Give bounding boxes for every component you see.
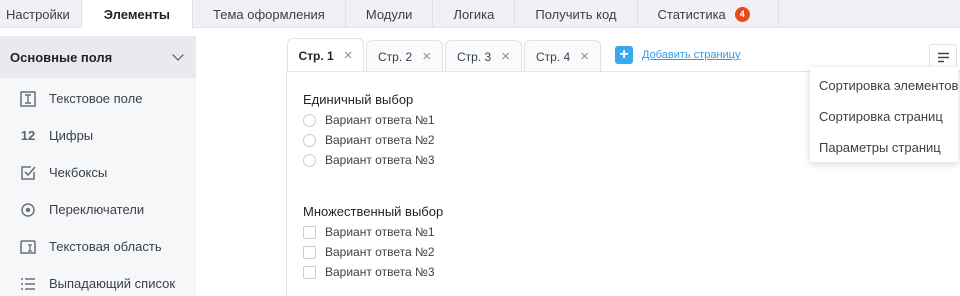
page-tab-4[interactable]: Стр. 4 × [524, 40, 601, 72]
option-label: Вариант ответа №3 [325, 265, 435, 279]
add-page-button[interactable]: + Добавить страницу [615, 38, 740, 72]
checkbox-option[interactable]: Вариант ответа №1 [303, 222, 443, 242]
radio-button[interactable] [303, 113, 316, 127]
sidebar-item-numbers[interactable]: 12 Цифры [0, 117, 196, 154]
radio-option[interactable]: Вариант ответа №2 [303, 130, 443, 150]
menu-item-sort-elements[interactable]: Сортировка элементов [810, 70, 958, 101]
sidebar: Основные поля Текстовое поле 12 Цифры Че… [0, 36, 196, 296]
text-field-icon [18, 89, 38, 109]
tab-label: Модули [365, 6, 413, 22]
sidebar-item-radio[interactable]: Переключатели [0, 191, 196, 228]
sidebar-item-checkboxes[interactable]: Чекбоксы [0, 154, 196, 191]
option-label: Вариант ответа №1 [325, 113, 435, 127]
radio-icon [18, 200, 38, 220]
checkbox[interactable] [303, 245, 316, 259]
sidebar-item-label: Цифры [49, 128, 94, 143]
close-icon[interactable]: × [422, 49, 431, 64]
tab-statistics[interactable]: Статистика 4 [638, 0, 779, 28]
tab-label: Тема оформления [213, 6, 325, 22]
sidebar-item-label: Переключатели [49, 202, 145, 217]
form-canvas: Единичный выбор Вариант ответа №1 Вариан… [303, 92, 443, 282]
tab-label: Настройки [6, 6, 70, 22]
page-tab-label: Стр. 3 [457, 49, 492, 64]
top-tab-bar: Настройки Элементы Тема оформления Модул… [0, 0, 960, 29]
sidebar-section-header[interactable]: Основные поля [0, 36, 196, 78]
radio-option[interactable]: Вариант ответа №3 [303, 150, 443, 170]
single-choice-title: Единичный выбор [303, 92, 414, 107]
option-label: Вариант ответа №2 [325, 245, 435, 259]
sidebar-item-label: Выпадающий список [49, 276, 176, 291]
plus-icon: + [615, 46, 633, 64]
checkbox-option[interactable]: Вариант ответа №2 [303, 242, 443, 262]
tab-theme[interactable]: Тема оформления [193, 0, 346, 28]
checkbox[interactable] [303, 225, 316, 239]
checkbox[interactable] [303, 265, 316, 279]
page-tab-3[interactable]: Стр. 3 × [445, 40, 522, 72]
list-icon [18, 274, 38, 294]
radio-button[interactable] [303, 133, 316, 147]
tab-settings[interactable]: Настройки [0, 0, 82, 28]
add-page-link[interactable]: Добавить страницу [642, 49, 740, 61]
tab-label: Получить код [535, 6, 617, 22]
menu-icon [937, 52, 949, 62]
menu-item-page-params[interactable]: Параметры страниц [810, 132, 958, 163]
close-icon[interactable]: × [344, 48, 353, 63]
tab-label: Статистика [657, 6, 726, 22]
multiple-choice-title: Множественный выбор [303, 204, 444, 219]
option-label: Вариант ответа №1 [325, 225, 435, 239]
page-tab-bar: Стр. 1 × Стр. 2 × Стр. 3 × Стр. 4 × + До… [287, 38, 740, 72]
page-tab-label: Стр. 4 [536, 49, 571, 64]
option-label: Вариант ответа №2 [325, 133, 435, 147]
tab-label: Логика [453, 6, 495, 22]
sidebar-item-label: Чекбоксы [49, 165, 108, 180]
tab-get-code[interactable]: Получить код [515, 0, 638, 28]
tab-label: Элементы [103, 7, 170, 22]
page-tab-label: Стр. 2 [378, 49, 413, 64]
tab-elements[interactable]: Элементы [81, 0, 193, 29]
option-label: Вариант ответа №3 [325, 153, 435, 167]
sidebar-item-label: Текстовое поле [49, 91, 143, 106]
tab-logic[interactable]: Логика [433, 0, 516, 28]
textarea-icon [18, 237, 38, 257]
sidebar-item-label: Текстовая область [49, 239, 162, 254]
tab-modules[interactable]: Модули [346, 0, 434, 28]
notification-badge: 4 [734, 6, 750, 22]
close-icon[interactable]: × [501, 49, 510, 64]
divider [286, 71, 287, 296]
close-icon[interactable]: × [580, 49, 589, 64]
numbers-icon: 12 [20, 128, 36, 143]
page-menu-dropdown: Сортировка элементов Сортировка страниц … [810, 67, 958, 162]
sidebar-item-dropdown-list[interactable]: Выпадающий список [0, 265, 196, 296]
sidebar-section-title: Основные поля [10, 49, 113, 65]
radio-option[interactable]: Вариант ответа №1 [303, 110, 443, 130]
checkbox-option[interactable]: Вариант ответа №3 [303, 262, 443, 282]
checkbox-icon [18, 163, 38, 183]
page-tab-label: Стр. 1 [298, 48, 334, 63]
page-tab-1[interactable]: Стр. 1 × [287, 38, 364, 72]
sidebar-item-textarea[interactable]: Текстовая область [0, 228, 196, 265]
chevron-down-icon [172, 49, 184, 61]
menu-item-sort-pages[interactable]: Сортировка страниц [810, 101, 958, 132]
radio-button[interactable] [303, 153, 316, 167]
sidebar-item-text-field[interactable]: Текстовое поле [0, 80, 196, 117]
page-tab-2[interactable]: Стр. 2 × [366, 40, 443, 72]
